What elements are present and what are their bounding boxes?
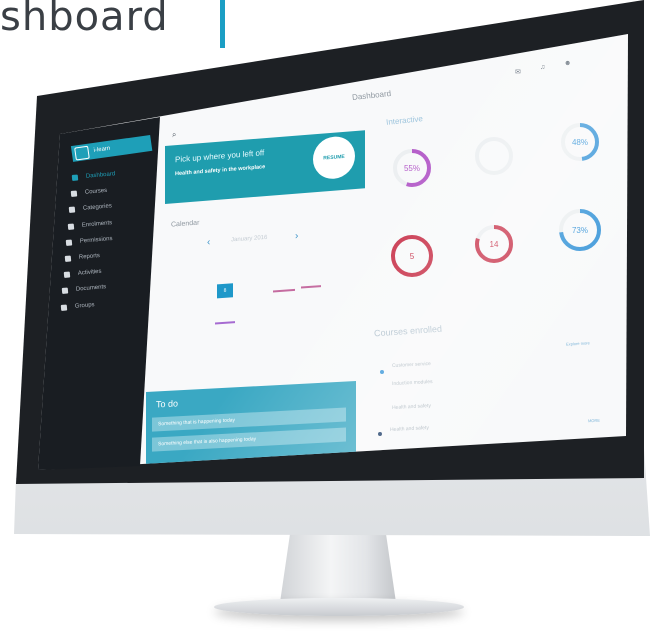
people-icon <box>60 304 68 311</box>
ring-value: 55% <box>404 164 420 173</box>
document-icon <box>61 287 69 295</box>
pickup-card: Pick up where you left off Health and sa… <box>165 130 365 204</box>
sidebar-item-label: Groups <box>74 301 95 310</box>
todo-item[interactable]: Something else that is also happening to… <box>152 427 346 452</box>
bell-icon[interactable]: ♫ <box>540 64 545 71</box>
logo-icon <box>74 145 90 161</box>
ring-value: 48% <box>572 138 588 147</box>
grid-icon <box>68 206 76 214</box>
courses-more-link[interactable]: MORE <box>588 418 600 424</box>
sidebar-item-label: Documents <box>75 284 107 294</box>
course-item[interactable]: Health and safety <box>392 403 431 411</box>
sidebar-item-label: Permissions <box>80 235 114 245</box>
chart-icon <box>64 255 72 262</box>
course-item[interactable]: Customer service <box>392 361 431 369</box>
resume-button[interactable]: RESUME <box>313 135 355 181</box>
check-icon <box>67 223 75 230</box>
calendar-event-marker <box>215 321 235 325</box>
page-headline: shboard <box>0 0 169 40</box>
calendar-selected-day[interactable]: 8 <box>217 283 233 299</box>
course-item[interactable]: Induction modules <box>392 379 433 387</box>
sidebar-item-label: Courses <box>84 188 108 196</box>
course-icon <box>378 432 382 436</box>
pickup-course: Health and safety in the workplace <box>175 164 266 178</box>
calendar-title: Calendar <box>171 219 200 229</box>
calendar-next-icon[interactable]: › <box>295 231 298 242</box>
course-item[interactable]: Health and safety <box>390 425 429 433</box>
book-icon <box>70 190 77 198</box>
pickup-title: Pick up where you left off <box>175 148 265 165</box>
search-icon[interactable]: ⌕ <box>171 130 177 141</box>
progress-rings: 55% 48% 5 14 73% <box>391 123 601 277</box>
sidebar-item-label: Dashboard <box>85 171 116 180</box>
courses-explore-link[interactable]: Explore more <box>566 340 590 346</box>
sidebar-item-label: Categories <box>82 203 113 213</box>
activity-icon <box>63 271 70 279</box>
course-icon <box>380 370 384 374</box>
lock-icon <box>66 239 73 246</box>
sidebar-item-label: Activities <box>77 268 102 277</box>
calendar-event-marker <box>301 285 321 289</box>
sidebar-item-groups[interactable]: Groups <box>60 299 95 314</box>
sidebar-item-label: Enrolments <box>81 219 113 229</box>
ring-value: 14 <box>490 240 499 249</box>
chat-icon[interactable]: ✉ <box>515 68 521 76</box>
user-icon[interactable]: ☻ <box>564 60 571 67</box>
ring-value: 5 <box>410 252 415 261</box>
headline-accent-bar <box>220 0 225 48</box>
ring-track <box>475 137 513 175</box>
brand-label: i-learn <box>93 145 111 154</box>
calendar-prev-icon[interactable]: ‹ <box>207 237 210 248</box>
courses-heading: Courses enrolled <box>373 323 443 339</box>
monitor-base <box>214 598 464 616</box>
calendar-month: January 2016 <box>231 234 268 244</box>
page-title: Dashboard <box>351 88 392 103</box>
ring-value: 73% <box>572 226 588 235</box>
calendar-widget: Calendar ‹ January 2016 › 8 <box>165 208 365 372</box>
home-icon <box>71 174 79 181</box>
calendar-event-marker <box>273 288 295 293</box>
todo-title: To do <box>156 398 179 410</box>
sidebar-item-label: Reports <box>78 252 101 261</box>
